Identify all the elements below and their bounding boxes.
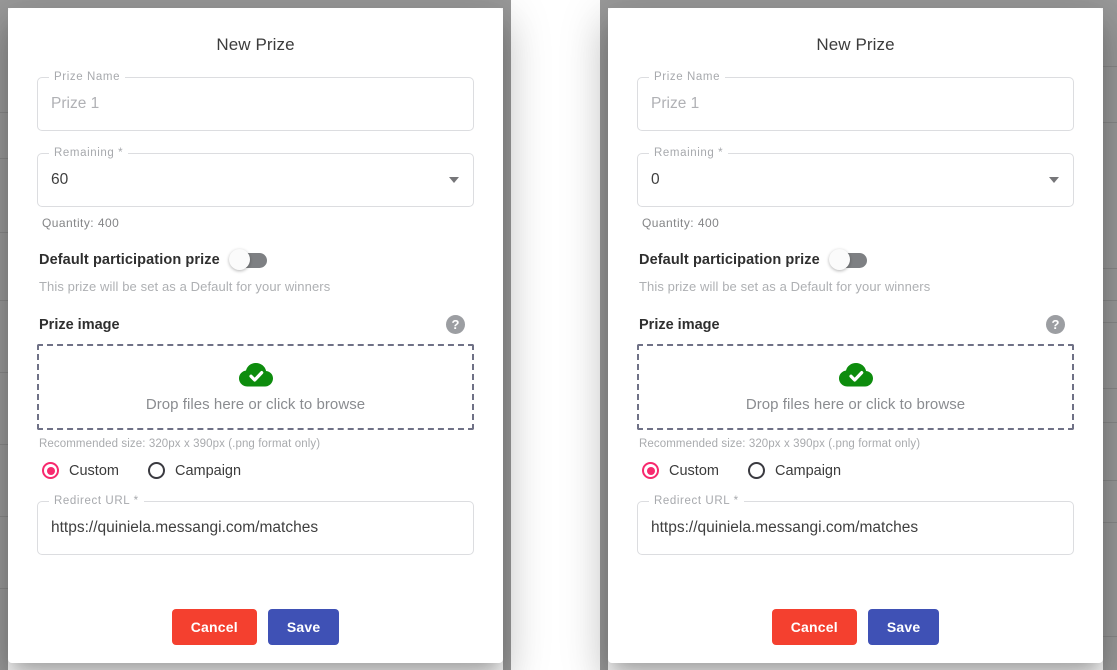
- prize-name-input[interactable]: Prize 1: [51, 95, 99, 113]
- recommended-size-text: Recommended size: 320px x 390px (.png fo…: [39, 438, 321, 450]
- background-table-divider: [1103, 268, 1117, 269]
- background-table-divider: [1103, 480, 1117, 481]
- dialog-actions: Cancel Save: [8, 609, 503, 645]
- remaining-select[interactable]: Remaining * 60: [37, 147, 474, 207]
- modal-backdrop-right-of-left-panel[interactable]: [503, 0, 511, 670]
- question-mark-icon[interactable]: ?: [1046, 315, 1065, 334]
- default-participation-prize-row[interactable]: Default participation prize: [639, 249, 1074, 270]
- default-participation-prize-label: Default participation prize: [639, 252, 820, 268]
- quantity-helper: Quantity: 400: [42, 216, 120, 230]
- dropzone-label: Drop files here or click to browse: [145, 395, 366, 413]
- prize-image-dropzone[interactable]: Drop files here or click to browse: [37, 344, 474, 430]
- radio-campaign-icon[interactable]: [147, 462, 165, 479]
- image-source-radio-group: Custom Campaign: [642, 462, 1074, 479]
- cancel-button[interactable]: Cancel: [171, 609, 257, 645]
- dropzone-label: Drop files here or click to browse: [745, 395, 966, 413]
- radio-option-campaign[interactable]: Campaign: [747, 462, 842, 479]
- radio-custom-label: Custom: [69, 462, 119, 479]
- prize-name-legend: Prize Name: [649, 71, 726, 83]
- prize-image-header: Prize image ?: [39, 315, 474, 334]
- modal-backdrop-top-left[interactable]: [0, 0, 511, 8]
- image-source-radio-group: Custom Campaign: [42, 462, 474, 479]
- background-table-divider: [1103, 422, 1117, 423]
- background-table-divider: [1103, 322, 1117, 323]
- dialog-title: New Prize: [816, 35, 895, 54]
- radio-option-campaign[interactable]: Campaign: [147, 462, 242, 479]
- redirect-url-legend: Redirect URL *: [49, 495, 144, 507]
- prize-name-input[interactable]: Prize 1: [651, 95, 699, 113]
- radio-option-custom[interactable]: Custom: [642, 462, 719, 479]
- background-table-divider: [0, 232, 8, 233]
- background-table-divider: [0, 158, 8, 159]
- radio-custom-icon[interactable]: [642, 462, 659, 479]
- toggle-knob: [828, 249, 850, 270]
- modal-backdrop-far-right[interactable]: [1103, 0, 1117, 670]
- remaining-value: 60: [51, 171, 69, 188]
- default-participation-prize-sub: This prize will be set as a Default for …: [639, 279, 931, 294]
- prize-image-dropzone[interactable]: Drop files here or click to browse: [637, 344, 1074, 430]
- background-table-divider: [0, 300, 8, 301]
- remaining-select[interactable]: Remaining * 0: [637, 147, 1074, 207]
- new-prize-dialog-right: New Prize Prize Name Prize 1 Remaining *…: [608, 8, 1103, 663]
- cloud-check-icon: [238, 362, 274, 393]
- redirect-url-input[interactable]: https://quiniela.messangi.com/matches: [51, 519, 318, 537]
- default-participation-prize-toggle[interactable]: [228, 249, 267, 270]
- redirect-url-legend: Redirect URL *: [649, 495, 744, 507]
- save-button[interactable]: Save: [867, 609, 940, 645]
- background-table-divider: [0, 112, 8, 113]
- prize-name-field[interactable]: Prize Name Prize 1: [37, 71, 474, 131]
- background-table-divider: [1103, 66, 1117, 67]
- recommended-size-text: Recommended size: 320px x 390px (.png fo…: [639, 438, 921, 450]
- modal-backdrop-top-right[interactable]: [600, 0, 1117, 8]
- redirect-url-field[interactable]: Redirect URL * https://quiniela.messangi…: [637, 495, 1074, 555]
- dialog-actions: Cancel Save: [608, 609, 1103, 645]
- prize-image-header: Prize image ?: [639, 315, 1074, 334]
- background-table-divider: [1103, 636, 1117, 637]
- radio-option-custom[interactable]: Custom: [42, 462, 119, 479]
- prize-name-field[interactable]: Prize Name Prize 1: [637, 71, 1074, 131]
- background-table-divider: [0, 372, 8, 373]
- cancel-button[interactable]: Cancel: [771, 609, 857, 645]
- chevron-down-icon[interactable]: [1049, 177, 1059, 183]
- quantity-helper: Quantity: 400: [642, 216, 720, 230]
- modal-backdrop-left-of-right-panel[interactable]: [600, 0, 608, 670]
- background-table-divider: [1103, 388, 1117, 389]
- new-prize-dialog-left: New Prize Prize Name Prize 1 Remaining *…: [8, 8, 503, 663]
- prize-image-title: Prize image: [639, 316, 720, 333]
- default-participation-prize-label: Default participation prize: [39, 252, 220, 268]
- remaining-legend: Remaining *: [49, 147, 129, 159]
- background-table-divider: [1103, 122, 1117, 123]
- save-button[interactable]: Save: [267, 609, 340, 645]
- redirect-url-field[interactable]: Redirect URL * https://quiniela.messangi…: [37, 495, 474, 555]
- prize-image-title: Prize image: [39, 316, 120, 333]
- background-table-divider: [0, 516, 8, 517]
- modal-backdrop-left[interactable]: [0, 0, 8, 670]
- default-participation-prize-sub: This prize will be set as a Default for …: [39, 279, 331, 294]
- chevron-down-icon[interactable]: [449, 177, 459, 183]
- default-participation-prize-row[interactable]: Default participation prize: [39, 249, 474, 270]
- radio-custom-icon[interactable]: [42, 462, 59, 479]
- toggle-knob: [228, 249, 250, 270]
- prize-name-legend: Prize Name: [49, 71, 126, 83]
- question-mark-icon[interactable]: ?: [446, 315, 465, 334]
- dialog-title: New Prize: [216, 35, 295, 54]
- redirect-url-input[interactable]: https://quiniela.messangi.com/matches: [651, 519, 918, 537]
- default-participation-prize-toggle[interactable]: [828, 249, 867, 270]
- radio-campaign-label: Campaign: [174, 462, 242, 479]
- screenshot-stage: New Prize Prize Name Prize 1 Remaining *…: [0, 0, 1117, 670]
- background-table-divider: [1103, 300, 1117, 301]
- radio-campaign-icon[interactable]: [747, 462, 765, 479]
- remaining-legend: Remaining *: [649, 147, 729, 159]
- cloud-check-icon: [838, 362, 874, 393]
- background-table-divider: [1103, 522, 1117, 523]
- remaining-value: 0: [651, 171, 660, 188]
- radio-custom-label: Custom: [669, 462, 719, 479]
- radio-campaign-label: Campaign: [774, 462, 842, 479]
- background-table-divider: [0, 588, 8, 589]
- background-table-divider: [0, 444, 8, 445]
